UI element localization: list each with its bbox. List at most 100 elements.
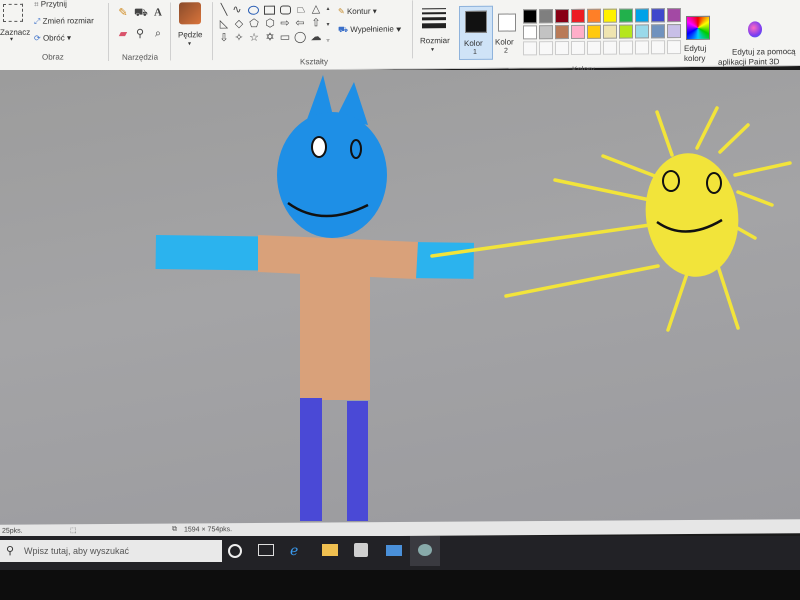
- sun-ray: [736, 190, 774, 207]
- color-swatch[interactable]: [539, 25, 553, 40]
- search-box[interactable]: ⚲ Wpisz tutaj, aby wyszukać: [0, 540, 222, 562]
- image-size-icon: ⧉: [172, 525, 177, 533]
- paint-icon[interactable]: [410, 536, 440, 566]
- rotate-icon: ⟳: [34, 33, 43, 43]
- line-shape-icon[interactable]: ╲: [218, 4, 230, 16]
- store-icon[interactable]: [354, 543, 368, 557]
- mail-icon[interactable]: [386, 545, 402, 556]
- file-explorer-icon[interactable]: [322, 544, 338, 556]
- color-swatch[interactable]: [619, 8, 633, 23]
- arrow-left-shape-icon[interactable]: ⇦: [294, 17, 306, 29]
- color1-button[interactable]: Kolor 1: [459, 5, 493, 60]
- empty-color-slot[interactable]: [571, 40, 585, 56]
- oval-shape-icon[interactable]: [248, 5, 259, 15]
- empty-color-slot[interactable]: [667, 40, 681, 55]
- pentagon-shape-icon[interactable]: ⬠: [248, 18, 260, 30]
- color-swatch[interactable]: [603, 8, 617, 23]
- eraser-icon[interactable]: ▰: [117, 28, 129, 40]
- size-button[interactable]: Rozmiar ▾: [418, 6, 450, 54]
- color-swatch[interactable]: [651, 8, 665, 23]
- color-swatch[interactable]: [587, 24, 601, 39]
- fill-icon[interactable]: ⛟: [134, 7, 148, 19]
- color-swatch[interactable]: [571, 8, 585, 24]
- color-swatch[interactable]: [555, 25, 569, 40]
- arrow-up-shape-icon[interactable]: ⇧: [310, 17, 322, 29]
- empty-color-slot[interactable]: [651, 40, 665, 55]
- hexagon-shape-icon[interactable]: ⬡: [264, 18, 276, 30]
- paint3d-icon: [748, 21, 762, 38]
- scroll-up-icon[interactable]: ▴: [322, 3, 334, 15]
- color-swatch[interactable]: [571, 24, 585, 40]
- search-icon: ⚲: [6, 545, 15, 557]
- star4-shape-icon[interactable]: ✧: [233, 32, 245, 44]
- rotate-button[interactable]: ⟳ Obróć ▾: [34, 33, 71, 42]
- drawing: [155, 75, 792, 521]
- select-icon: [3, 3, 23, 22]
- empty-color-slot[interactable]: [587, 40, 601, 55]
- diamond-shape-icon[interactable]: ◇: [233, 18, 245, 30]
- outline-button[interactable]: ✎ Kontur ▾: [338, 7, 377, 16]
- empty-color-slot[interactable]: [539, 41, 553, 56]
- sun-ray: [718, 123, 750, 154]
- select-button[interactable]: Zaznacz ▾: [0, 3, 30, 44]
- chevron-down-icon: ▾: [10, 36, 14, 43]
- color-picker-icon[interactable]: ⚲: [134, 28, 146, 40]
- color-swatch[interactable]: [603, 24, 617, 39]
- crop-icon: ⌗: [34, 0, 41, 9]
- crop-button[interactable]: ⌗ Przytnij: [34, 0, 67, 10]
- brushes-button[interactable]: Pędzle ▾: [176, 0, 206, 48]
- triangle-shape-icon[interactable]: △: [310, 3, 322, 15]
- empty-color-slot[interactable]: [635, 40, 649, 55]
- shapes-gallery[interactable]: ╲ ∿ ⏢ △ ◺ ◇ ⬠ ⬡ ⇨ ⇦ ⇧ ⇩ ✧ ☆ ✡ ▭ ◯ ☁: [218, 3, 328, 52]
- color-swatch[interactable]: [523, 25, 537, 40]
- expand-icon[interactable]: ▿: [322, 35, 334, 47]
- drawing-canvas[interactable]: [0, 70, 800, 530]
- empty-color-slot[interactable]: [523, 41, 537, 56]
- magnifier-icon[interactable]: ⌕: [152, 28, 164, 40]
- size-lines-icon: [422, 8, 446, 29]
- callout-oval-shape-icon[interactable]: ◯: [294, 31, 306, 43]
- callout-rect-shape-icon[interactable]: ▭: [279, 31, 291, 43]
- color-swatch[interactable]: [523, 9, 537, 24]
- edge-icon[interactable]: ℯ: [290, 542, 298, 559]
- curve-shape-icon[interactable]: ∿: [231, 4, 243, 16]
- brush-icon: [179, 2, 201, 25]
- empty-color-slot[interactable]: [603, 40, 617, 55]
- task-view-icon[interactable]: [258, 544, 274, 556]
- color-swatch[interactable]: [619, 24, 633, 39]
- color-swatch[interactable]: [587, 8, 601, 23]
- polygon-shape-icon[interactable]: ⏢: [295, 3, 307, 15]
- resize-button[interactable]: ⤢ Zmień rozmiar: [34, 16, 94, 27]
- color-swatch[interactable]: [635, 8, 649, 23]
- edit-colors-button[interactable]: Edytuj kolory: [684, 15, 714, 64]
- color-swatch[interactable]: [667, 8, 681, 23]
- text-icon[interactable]: A: [152, 7, 164, 19]
- fill-button[interactable]: ⛟ Wypełnienie ▾: [338, 24, 401, 35]
- rounded-rect-shape-icon[interactable]: [280, 5, 291, 15]
- color-swatch[interactable]: [667, 24, 681, 39]
- arrow-down-shape-icon[interactable]: ⇩: [218, 32, 230, 44]
- cortana-icon[interactable]: [228, 544, 242, 558]
- color-swatch[interactable]: [539, 9, 553, 24]
- color-palette: [523, 8, 683, 57]
- edit-colors-label-2: kolory: [684, 53, 706, 64]
- empty-color-slot[interactable]: [619, 40, 633, 55]
- chevron-down-icon: ▾: [431, 47, 435, 54]
- pencil-icon[interactable]: ✎: [117, 7, 129, 19]
- sun-ray: [553, 178, 652, 202]
- right-triangle-shape-icon[interactable]: ◺: [218, 18, 230, 30]
- color-swatch[interactable]: [635, 24, 649, 39]
- taskbar: ⚲ Wpisz tutaj, aby wyszukać ℯ: [0, 536, 800, 570]
- star5-shape-icon[interactable]: ☆: [248, 32, 260, 44]
- star6-shape-icon[interactable]: ✡: [264, 32, 276, 44]
- color-swatch[interactable]: [555, 9, 569, 24]
- arrow-right-shape-icon[interactable]: ⇨: [279, 17, 291, 29]
- cloud-shape-icon[interactable]: ☁: [310, 31, 322, 43]
- color2-button[interactable]: Kolor 2: [494, 7, 520, 57]
- brushes-label: Pędzle: [178, 30, 203, 40]
- color-swatch[interactable]: [651, 24, 665, 39]
- paint3d-button[interactable]: Edytuj za pomocą aplikacji Paint 3D: [718, 17, 800, 67]
- empty-color-slot[interactable]: [555, 41, 569, 56]
- rectangle-shape-icon[interactable]: [264, 5, 275, 15]
- scroll-down-icon[interactable]: ▾: [322, 19, 334, 31]
